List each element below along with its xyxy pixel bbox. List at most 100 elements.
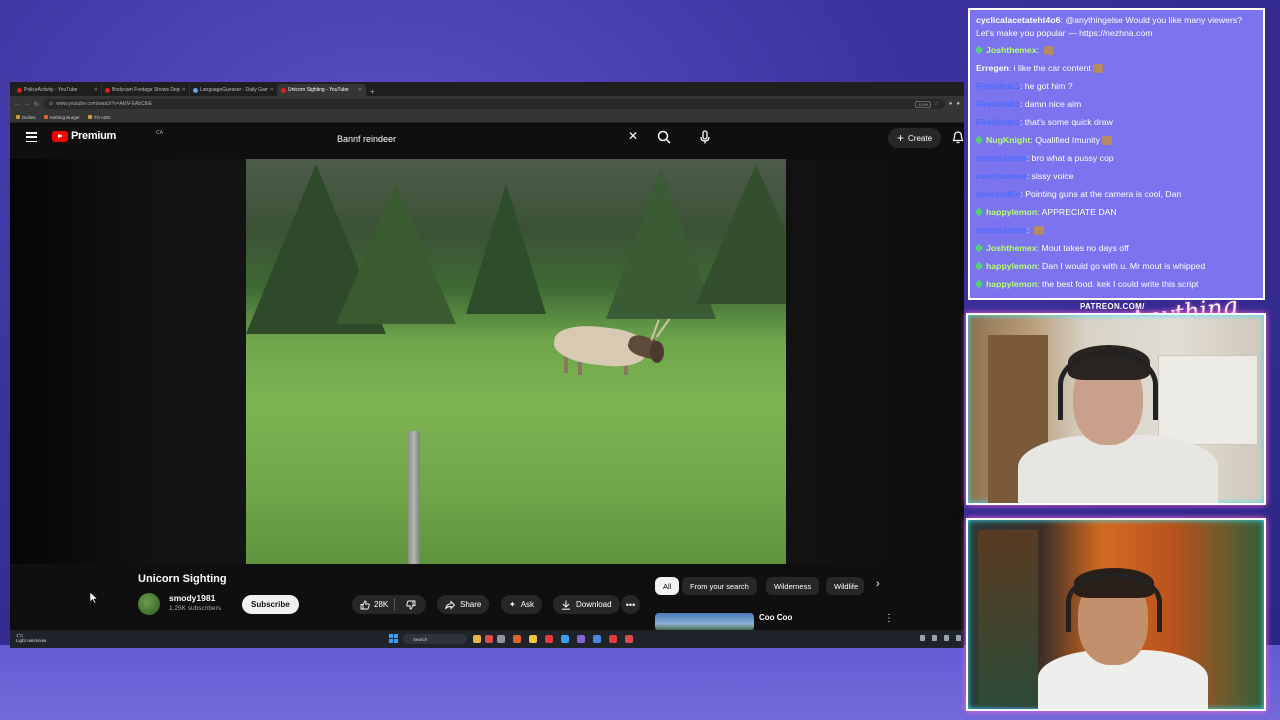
close-tab-icon[interactable]: ✕: [270, 87, 274, 93]
notifications-bell-icon[interactable]: [952, 131, 964, 144]
chat-message: Erregen: i like the car content: [976, 59, 1257, 77]
youtube-logo[interactable]: Premium CA: [52, 130, 163, 142]
chat-username[interactable]: Joshthemex: [986, 243, 1037, 253]
taskbar-app-icon[interactable]: [513, 635, 521, 643]
subscriber-badge-icon: [976, 261, 984, 271]
tray-icon[interactable]: [956, 635, 961, 641]
more-vertical-icon[interactable]: ⋮: [884, 613, 894, 624]
chat-text: that's some quick draw: [1024, 117, 1113, 127]
new-tab-icon[interactable]: +: [366, 87, 379, 96]
pine-tree: [466, 184, 546, 314]
chat-username[interactable]: abermulfin: [976, 189, 1020, 199]
chat-username[interactable]: happylemon: [986, 261, 1037, 271]
chip-wildlife[interactable]: Wildlife: [826, 577, 864, 595]
weather-widget[interactable]: 1°C Light rain/snow: [16, 633, 46, 643]
chat-message: happylemon: the best food. kek I could w…: [976, 275, 1257, 293]
chat-username[interactable]: NugKnight: [986, 135, 1030, 145]
chat-text: he got him ?: [1024, 81, 1073, 91]
create-button[interactable]: + Create: [888, 128, 942, 148]
elk-antler: [650, 319, 660, 341]
reload-icon[interactable]: ↻: [34, 101, 39, 108]
recommended-thumbnail[interactable]: [655, 613, 754, 631]
microphone-icon[interactable]: [697, 129, 713, 145]
taskbar-app-icon[interactable]: [561, 635, 569, 643]
search-input[interactable]: Bannf reindeer: [330, 129, 648, 149]
close-tab-icon[interactable]: ✕: [94, 87, 98, 93]
chevron-right-icon[interactable]: ›: [876, 578, 880, 590]
browser-tab-4[interactable]: Unicorn Sighting - YouTube ✕: [278, 84, 366, 96]
thumbs-up-icon: [360, 600, 370, 609]
close-tab-icon[interactable]: ✕: [182, 87, 186, 93]
forward-icon[interactable]: →: [24, 101, 30, 107]
site-info-icon[interactable]: ⊙: [49, 101, 53, 107]
taskbar-app-icon[interactable]: [577, 635, 585, 643]
chat-text: APPRECIATE DAN: [1041, 207, 1117, 217]
chat-username[interactable]: cyclicalacetateht4o6: [976, 15, 1061, 25]
chat-username[interactable]: raercharmer: [976, 153, 1027, 163]
browser-tab-1[interactable]: PoliceActivity - YouTube ✕: [14, 84, 102, 96]
browser-tab-3[interactable]: LanguageGuesser - Daily Game ✕: [190, 84, 278, 96]
close-tab-icon[interactable]: ✕: [358, 87, 362, 93]
taskbar-app-icon[interactable]: [609, 635, 617, 643]
share-button[interactable]: Share: [437, 595, 490, 614]
taskbar-app-icon[interactable]: [625, 635, 633, 643]
chat-username[interactable]: Joshthemex: [986, 45, 1037, 55]
headset-icon: [1066, 572, 1162, 632]
url-field[interactable]: ⊙ www.youtube.com/watch?v=AkW-EAbCIbE 11…: [43, 99, 945, 109]
taskbar-app-icon[interactable]: [473, 635, 481, 643]
taskbar-search[interactable]: Search: [403, 634, 467, 644]
video-frame[interactable]: [246, 159, 786, 564]
share-arrow-icon: [445, 599, 455, 610]
windows-start-icon[interactable]: [389, 634, 398, 643]
channel-name[interactable]: smody1981: [169, 593, 215, 603]
subscriber-badge-icon: [976, 45, 984, 55]
chat-username[interactable]: raercharmer: [976, 171, 1027, 181]
dislike-button[interactable]: [400, 600, 422, 610]
video-player[interactable]: [10, 159, 964, 564]
tray-icon[interactable]: [920, 635, 925, 641]
chat-username[interactable]: happylemon: [986, 207, 1037, 217]
taskbar-app-icon[interactable]: [593, 635, 601, 643]
taskbar-app-icon[interactable]: [497, 635, 505, 643]
chat-username[interactable]: Fireb0mb1: [976, 99, 1020, 109]
download-button[interactable]: Download: [553, 595, 620, 614]
chat-text: i like the car content: [1013, 63, 1091, 73]
chat-message: raercharmer: sissy voice: [976, 171, 1074, 181]
clear-search-icon[interactable]: ✕: [628, 129, 638, 143]
ask-button[interactable]: ✦ Ask: [501, 595, 543, 614]
person-body: [1018, 435, 1218, 503]
chat-message: Fireb0mb1: that's some quick draw: [976, 117, 1113, 127]
search-icon[interactable]: [656, 129, 672, 145]
taskbar-app-icon[interactable]: [529, 635, 537, 643]
stream-chat: cyclicalacetateht4o6: @anythingelse Woul…: [968, 8, 1265, 300]
tray-icon[interactable]: [932, 635, 937, 641]
chat-username[interactable]: raercharmer: [976, 225, 1027, 235]
chat-username[interactable]: Erregen: [976, 63, 1009, 73]
back-icon[interactable]: ←: [14, 101, 20, 107]
subscribe-button[interactable]: Subscribe: [242, 595, 299, 614]
zoom-badge[interactable]: 110%: [915, 100, 932, 108]
chat-username[interactable]: happylemon: [986, 279, 1037, 289]
chat-username[interactable]: Fireb0mb1: [976, 117, 1020, 127]
taskbar-app-icon[interactable]: [545, 635, 553, 643]
youtube-favicon-icon: [105, 87, 110, 93]
hamburger-menu-icon[interactable]: [26, 132, 37, 142]
tray-icon[interactable]: [944, 635, 949, 641]
channel-avatar[interactable]: [138, 593, 160, 615]
bookmark-item[interactable]: TO ADD: [87, 115, 110, 120]
browser-tab-2[interactable]: Bodycam Footage Shows Deput ✕: [102, 84, 190, 96]
like-button[interactable]: 28K: [352, 598, 396, 611]
bookmark-star-icon[interactable]: ☆: [934, 101, 938, 107]
chip-wilderness[interactable]: Wilderness: [766, 577, 820, 595]
youtube-favicon-icon: [17, 87, 22, 93]
chip-from-your-search[interactable]: From your search: [682, 577, 757, 595]
bookmark-item[interactable]: Dailies: [16, 115, 36, 120]
bookmark-item[interactable]: Nothing Burger: [43, 115, 80, 120]
more-actions-icon[interactable]: •••: [621, 595, 640, 614]
profile-icon[interactable]: ●: [956, 101, 960, 107]
chat-username[interactable]: Fireb0mb1: [976, 81, 1020, 91]
taskbar-app-icon[interactable]: [485, 635, 493, 643]
recommended-title[interactable]: Coo Coo: [759, 613, 792, 622]
chip-all[interactable]: All: [655, 577, 680, 595]
extension-icon[interactable]: ●: [949, 101, 953, 107]
